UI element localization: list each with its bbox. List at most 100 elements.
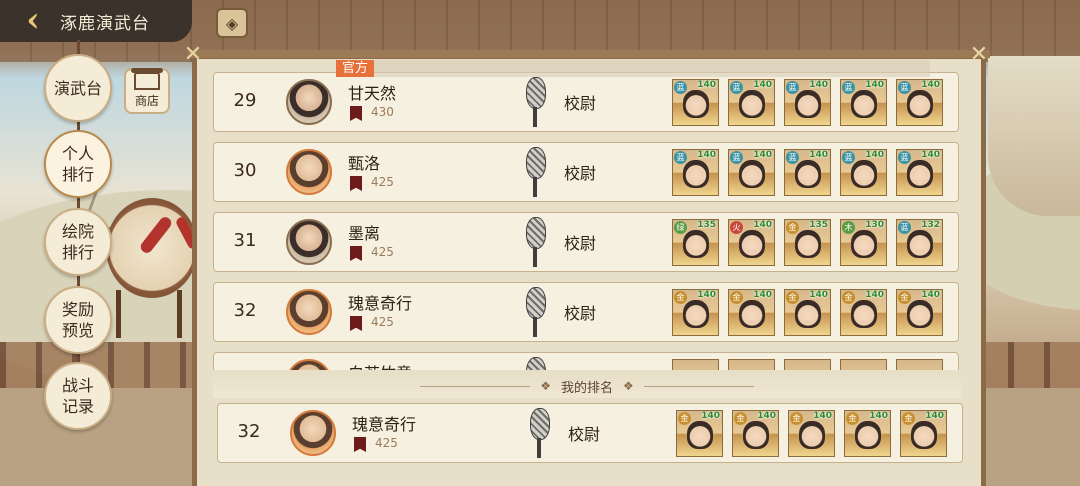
back-button[interactable]: ‹ — [18, 3, 48, 37]
hero-card[interactable]: 金 140 — [676, 410, 723, 457]
hero-level: 140 — [697, 290, 716, 300]
hero-portrait — [683, 230, 709, 258]
hero-card[interactable]: 金 140 — [896, 289, 943, 336]
announcement-button[interactable]: ◈ — [216, 8, 248, 38]
hero-card[interactable] — [840, 359, 887, 370]
hero-level: 140 — [753, 290, 772, 300]
hero-card[interactable]: 金 140 — [732, 410, 779, 457]
hero-card[interactable]: 金 140 — [672, 289, 719, 336]
page-title: 涿鹿演武台 — [60, 13, 150, 34]
hero-card[interactable]: 金 140 — [784, 289, 831, 336]
hero-portrait — [739, 300, 765, 328]
rank-number: 30 — [233, 160, 257, 181]
nav-academy-ranking[interactable]: 绘院 排行 — [44, 208, 112, 276]
nav-personal-ranking[interactable]: 个人 排行 — [44, 130, 112, 198]
hero-element-badge: 金 — [846, 412, 859, 425]
hero-portrait — [851, 90, 877, 118]
rank-title: 校尉 — [564, 234, 597, 253]
rank-title: 校尉 — [564, 164, 597, 183]
player-avatar[interactable] — [290, 410, 336, 456]
stage-curtain — [988, 56, 1080, 216]
hero-card[interactable]: 金 140 — [788, 410, 835, 457]
rank-row[interactable]: 白若竹意 — [213, 352, 959, 370]
hero-card[interactable] — [728, 359, 775, 370]
hero-portrait — [795, 300, 821, 328]
hero-card[interactable]: 蓝 140 — [728, 149, 775, 196]
player-score: 425 — [371, 315, 394, 329]
hero-level: 140 — [753, 80, 772, 90]
hero-card[interactable] — [672, 359, 719, 370]
player-score: 425 — [375, 436, 398, 450]
hero-element-badge: 金 — [898, 291, 911, 304]
rank-row[interactable]: 29 甘天然 430 校尉 蓝 140 蓝 140 蓝 140 蓝 140 蓝 140 — [213, 72, 959, 132]
hero-element-badge: 金 — [678, 412, 691, 425]
hero-card[interactable]: 蓝 140 — [896, 149, 943, 196]
my-rank-label: 我的排名 — [560, 380, 613, 396]
hero-card[interactable]: 金 140 — [728, 289, 775, 336]
player-avatar[interactable] — [286, 359, 332, 370]
hero-level: 140 — [921, 80, 940, 90]
hero-portrait — [851, 160, 877, 188]
shop-label: 商店 — [134, 94, 159, 108]
hero-portrait — [907, 300, 933, 328]
rank-number: 31 — [233, 230, 257, 251]
hero-element-badge: 蓝 — [842, 81, 855, 94]
hero-level: 135 — [697, 220, 716, 230]
hero-element-badge: 金 — [786, 291, 799, 304]
hero-portrait — [907, 90, 933, 118]
player-avatar[interactable] — [286, 149, 332, 195]
rank-title: 校尉 — [568, 425, 601, 444]
hero-card[interactable]: 蓝 140 — [840, 79, 887, 126]
hero-level: 140 — [809, 290, 828, 300]
banner-icon — [350, 176, 362, 191]
hero-card[interactable]: 木 130 — [840, 219, 887, 266]
hero-portrait — [907, 230, 933, 258]
player-avatar[interactable] — [286, 79, 332, 125]
my-rank-row[interactable]: 32 瑰意奇行 425 校尉 金 140 金 140 金 140 金 140 金 140 — [217, 403, 963, 463]
hero-card[interactable]: 金 140 — [844, 410, 891, 457]
player-avatar[interactable] — [286, 219, 332, 265]
rank-row[interactable]: 30 甄洛 425 校尉 蓝 140 蓝 140 蓝 140 蓝 140 蓝 140 — [213, 142, 959, 202]
hero-card[interactable]: 蓝 140 — [784, 79, 831, 126]
nav-reward-preview[interactable]: 奖励 预览 — [44, 286, 112, 354]
my-rank-divider: ❖ 我的排名 ❖ — [213, 374, 961, 398]
ribbon-bar — [374, 60, 930, 77]
hero-card[interactable]: 蓝 140 — [672, 149, 719, 196]
hero-element-badge: 蓝 — [730, 81, 743, 94]
hero-element-badge: 金 — [842, 291, 855, 304]
nav-arena[interactable]: 演武台 — [44, 54, 112, 122]
hero-card[interactable] — [896, 359, 943, 370]
rank-row[interactable]: 32 瑰意奇行 425 校尉 金 140 金 140 金 140 金 140 金 140 — [213, 282, 959, 342]
ranking-list[interactable]: 29 甘天然 430 校尉蓝 140 蓝 140 蓝 140 蓝 140 蓝 140 30 甄洛 425 校尉蓝… — [213, 72, 961, 370]
hero-portrait — [799, 421, 825, 449]
hero-card[interactable]: 金 140 — [900, 410, 947, 457]
banner-icon — [350, 246, 362, 261]
nav-battle-log[interactable]: 战斗 记录 — [44, 362, 112, 430]
rank-title: 校尉 — [564, 94, 597, 113]
hero-card[interactable]: 蓝 140 — [672, 79, 719, 126]
hero-element-badge: 木 — [842, 221, 855, 234]
hero-card[interactable]: 蓝 140 — [728, 79, 775, 126]
hero-card[interactable] — [784, 359, 831, 370]
divider-line — [420, 385, 531, 387]
hero-element-badge: 蓝 — [898, 151, 911, 164]
player-avatar[interactable] — [286, 289, 332, 335]
banner-icon — [350, 316, 362, 331]
hero-element-badge: 蓝 — [786, 81, 799, 94]
hero-element-badge: 金 — [786, 221, 799, 234]
hero-card[interactable]: 火 140 — [728, 219, 775, 266]
rank-row[interactable]: 31 墨离 425 校尉 绿 135 火 140 金 135 木 130 蓝 132 — [213, 212, 959, 272]
hero-level: 140 — [697, 80, 716, 90]
hero-element-badge: 蓝 — [674, 151, 687, 164]
shop-button[interactable]: 商店 — [124, 68, 170, 114]
hero-card[interactable]: 蓝 140 — [896, 79, 943, 126]
hero-card[interactable]: 蓝 132 — [896, 219, 943, 266]
hero-card[interactable]: 金 135 — [784, 219, 831, 266]
hero-card[interactable]: 绿 135 — [672, 219, 719, 266]
player-name: 甘天然 — [348, 84, 397, 103]
rank-title: 校尉 — [564, 304, 597, 323]
hero-card[interactable]: 蓝 140 — [840, 149, 887, 196]
hero-card[interactable]: 金 140 — [840, 289, 887, 336]
panel-rod — [188, 50, 990, 58]
hero-card[interactable]: 蓝 140 — [784, 149, 831, 196]
